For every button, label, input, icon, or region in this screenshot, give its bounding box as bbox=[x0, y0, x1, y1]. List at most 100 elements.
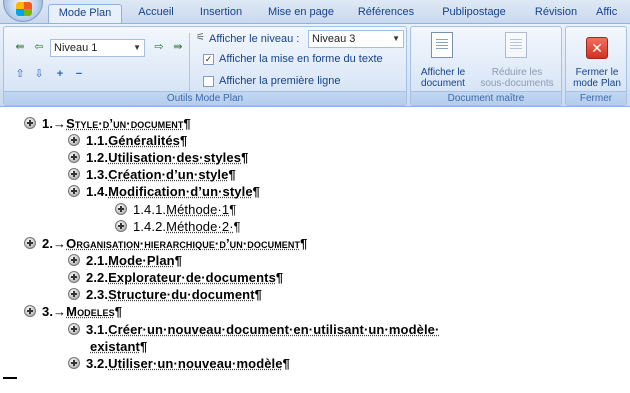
expand-plus-icon[interactable] bbox=[68, 357, 80, 369]
close-outline-button[interactable]: Fermer le mode Plan bbox=[567, 67, 627, 89]
pilcrow-mark: ¶ bbox=[180, 133, 188, 148]
expand-plus-icon[interactable] bbox=[68, 288, 80, 300]
heading-text: Utiliser·un·nouveau·modèle bbox=[108, 356, 283, 371]
tab-references[interactable]: Références bbox=[350, 4, 422, 23]
plus-icon: + bbox=[56, 68, 64, 80]
outline-row[interactable]: 1.4.2.Méthode·2·¶ bbox=[115, 219, 241, 235]
show-first-line-checkbox[interactable] bbox=[203, 76, 214, 87]
expand-plus-icon[interactable] bbox=[24, 117, 36, 129]
heading-text: Explorateur·de·documents bbox=[108, 270, 276, 285]
expand-plus-icon[interactable] bbox=[115, 203, 127, 215]
expand-button[interactable]: + bbox=[52, 67, 68, 82]
tab-insertion[interactable]: Insertion bbox=[192, 4, 250, 23]
demote-button[interactable]: ⇨ bbox=[151, 40, 167, 55]
minus-icon: − bbox=[75, 68, 83, 80]
outline-row[interactable]: 2.→Organisation·hierarchique·d’un·docume… bbox=[24, 236, 307, 252]
heading-number: 1.4.2. bbox=[133, 219, 167, 234]
expand-plus-icon[interactable] bbox=[24, 305, 36, 317]
ribbon-tab-bar: Mode Plan Accueil Insertion Mise en page… bbox=[0, 0, 630, 23]
heading-text: Organisation·hierarchique·d’un·document bbox=[66, 236, 301, 251]
document-area[interactable]: 1.→Style·d’un·document¶ 1.1.Généralités¶… bbox=[0, 107, 630, 393]
tab-affichage[interactable]: Affic bbox=[596, 4, 630, 23]
outline-row[interactable]: 1.4.1.Méthode·1¶ bbox=[115, 202, 236, 218]
expand-plus-icon[interactable] bbox=[68, 254, 80, 266]
office-logo-icon bbox=[16, 2, 32, 16]
outline-level-combo[interactable]: Niveau 1 ▼ bbox=[50, 39, 145, 57]
pilcrow-mark: ¶ bbox=[174, 253, 183, 268]
heading-number: 1.4.1. bbox=[133, 202, 167, 217]
close-line1: Fermer le bbox=[575, 67, 619, 78]
separator bbox=[189, 33, 190, 91]
show-document-line2: document bbox=[421, 78, 465, 89]
tab-mode-plan[interactable]: Mode Plan bbox=[48, 4, 122, 23]
collapse-subdocs-line1: Réduire les bbox=[491, 67, 543, 78]
heading-number: 1.1. bbox=[86, 133, 109, 148]
show-document-button[interactable]: Afficher le document bbox=[413, 67, 473, 89]
expand-plus-icon[interactable] bbox=[68, 168, 80, 180]
heading-number: 1.2. bbox=[86, 150, 109, 165]
expand-plus-icon[interactable] bbox=[68, 185, 80, 197]
expand-plus-icon[interactable] bbox=[68, 134, 80, 146]
outline-row[interactable]: 2.3.Structure·du·document¶ bbox=[68, 287, 262, 303]
heading-number: 2.1. bbox=[86, 253, 109, 268]
heading-text: Modeles bbox=[66, 304, 115, 319]
collapse-subdocs-line2: sous-documents bbox=[480, 78, 554, 89]
outline-row[interactable]: 1.4.Modification·d’un·style¶ bbox=[68, 184, 260, 200]
outline-row[interactable]: 2.2.Explorateur·de·documents¶ bbox=[68, 270, 283, 286]
up-arrow-icon: ⇧ bbox=[15, 68, 25, 80]
heading-number: 1.→ bbox=[42, 116, 67, 131]
move-down-button[interactable]: ⇩ bbox=[31, 67, 47, 82]
tab-revision[interactable]: Révision bbox=[528, 4, 584, 23]
heading-text: Création·d’un·style bbox=[108, 167, 229, 182]
heading-text: Style·d’un·document bbox=[66, 116, 184, 131]
pilcrow-mark: ¶ bbox=[229, 202, 237, 217]
pilcrow-mark: ¶ bbox=[254, 287, 262, 302]
collapse-button[interactable]: − bbox=[71, 67, 87, 82]
outline-row[interactable]: 3.→Modeles¶ bbox=[24, 304, 122, 320]
expand-plus-icon[interactable] bbox=[24, 237, 36, 249]
expand-plus-icon[interactable] bbox=[68, 151, 80, 163]
move-up-button[interactable]: ⇧ bbox=[12, 67, 28, 82]
expand-plus-icon[interactable] bbox=[68, 323, 80, 335]
outline-row[interactable]: 1.3.Création·d’un·style¶ bbox=[68, 167, 236, 183]
outline-row[interactable]: 3.1.Créer·un·nouveau·document·en·utilisa… bbox=[68, 322, 439, 338]
office-button[interactable] bbox=[3, 0, 43, 22]
right-arrow-icon: ⇨ bbox=[154, 41, 164, 53]
close-icon: ✕ bbox=[586, 37, 608, 59]
group-master-document: Afficher le document Réduire les sous-do… bbox=[410, 26, 562, 106]
outline-row[interactable]: 1.2.Utilisation·des·styles¶ bbox=[68, 150, 248, 166]
demote-to-body-button[interactable]: ⇛ bbox=[170, 40, 186, 55]
show-formatting-checkbox[interactable]: ✓ bbox=[203, 54, 214, 65]
group-label-outline-tools: Outils Mode Plan bbox=[4, 91, 406, 105]
group-label-close: Fermer bbox=[566, 91, 626, 105]
heading-number: 2.2. bbox=[86, 270, 109, 285]
heading-number: 3.2. bbox=[86, 356, 109, 371]
heading-text: Généralités bbox=[108, 133, 181, 148]
left-arrow-icon: ⇦ bbox=[34, 41, 44, 53]
heading-number: 1.3. bbox=[86, 167, 109, 182]
pilcrow-mark: ¶ bbox=[114, 304, 123, 319]
outline-row[interactable]: 2.1.Mode·Plan¶ bbox=[68, 253, 182, 269]
expand-plus-icon[interactable] bbox=[68, 271, 80, 283]
collapse-subdocuments-button[interactable]: Réduire les sous-documents bbox=[475, 67, 559, 89]
tab-mise-en-page[interactable]: Mise en page bbox=[262, 4, 340, 23]
heading-text: Utilisation·des·styles bbox=[108, 150, 242, 165]
pilcrow-mark: ¶ bbox=[233, 219, 241, 234]
expand-plus-icon[interactable] bbox=[115, 220, 127, 232]
double-right-arrow-icon: ⇛ bbox=[173, 41, 183, 53]
outline-row[interactable]: 3.2.Utiliser·un·nouveau·modèle¶ bbox=[68, 356, 290, 372]
tab-accueil[interactable]: Accueil bbox=[128, 4, 184, 23]
group-outline-tools: ⇚ ⇦ Niveau 1 ▼ ⇨ ⇛ ⇧ ⇩ + − ⚟ Afficher le… bbox=[3, 26, 407, 106]
outline-row[interactable]: 1.1.Généralités¶ bbox=[68, 133, 187, 149]
heading-text: existant bbox=[90, 339, 140, 354]
heading-text: Méthode·1 bbox=[166, 202, 230, 217]
show-document-icon bbox=[431, 32, 453, 58]
outline-row-continuation[interactable]: existant¶ bbox=[90, 339, 147, 355]
promote-to-heading1-button[interactable]: ⇚ bbox=[12, 40, 28, 55]
tab-publipostage[interactable]: Publipostage bbox=[436, 4, 512, 23]
show-level-value: Niveau 3 bbox=[312, 33, 356, 45]
close-line2: mode Plan bbox=[573, 78, 621, 89]
outline-row[interactable]: 1.→Style·d’un·document¶ bbox=[24, 116, 191, 132]
show-level-combo[interactable]: Niveau 3 ▼ bbox=[308, 30, 404, 48]
promote-button[interactable]: ⇦ bbox=[31, 40, 47, 55]
